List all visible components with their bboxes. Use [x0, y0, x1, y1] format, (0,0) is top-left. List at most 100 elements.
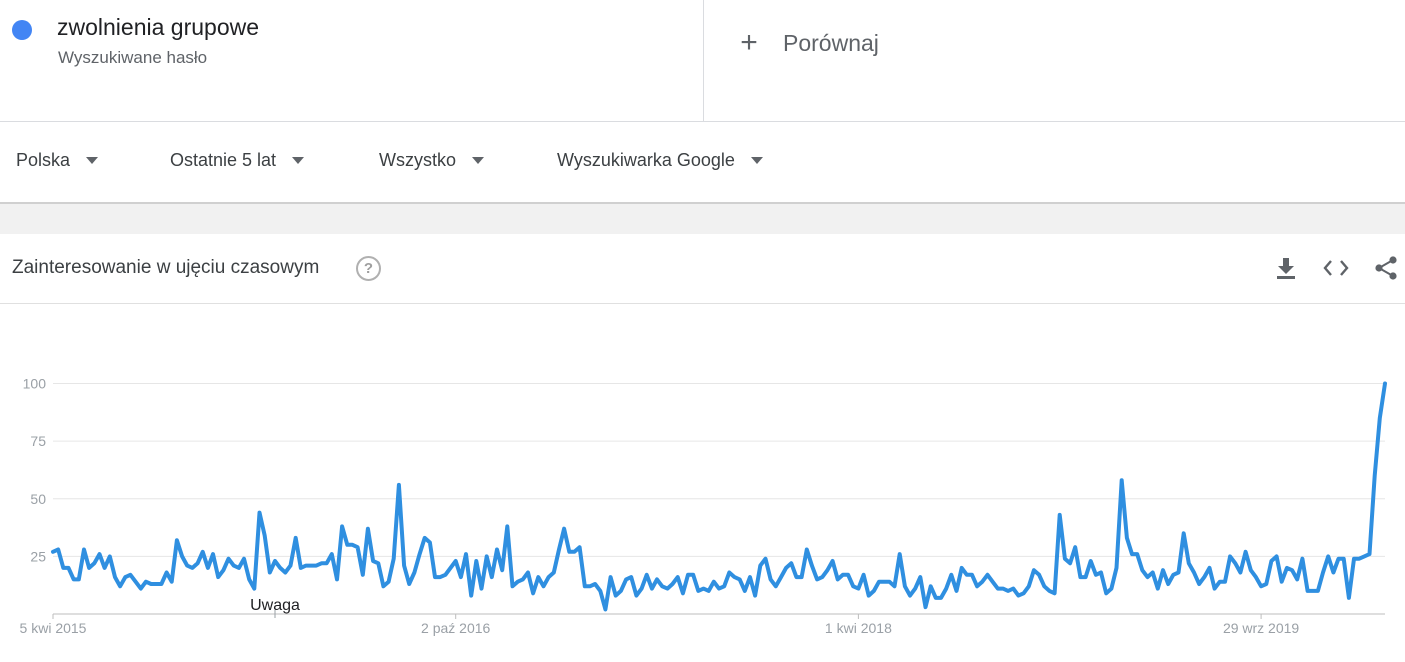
data-point[interactable]: [1254, 575, 1258, 579]
data-point[interactable]: [1228, 554, 1232, 558]
data-point[interactable]: [1269, 559, 1273, 563]
data-point[interactable]: [753, 594, 757, 598]
data-point[interactable]: [201, 550, 205, 554]
data-point[interactable]: [846, 573, 850, 577]
data-point[interactable]: [263, 534, 267, 538]
data-point[interactable]: [335, 577, 339, 581]
data-point[interactable]: [340, 524, 344, 528]
data-point[interactable]: [629, 575, 633, 579]
data-point[interactable]: [567, 550, 571, 554]
data-point[interactable]: [1146, 575, 1150, 579]
data-point[interactable]: [1084, 575, 1088, 579]
data-point[interactable]: [139, 587, 143, 591]
data-point[interactable]: [196, 561, 200, 565]
data-point[interactable]: [511, 584, 515, 588]
data-point[interactable]: [764, 557, 768, 561]
data-point[interactable]: [965, 573, 969, 577]
data-point[interactable]: [836, 577, 840, 581]
data-point[interactable]: [320, 561, 324, 565]
search-term-name[interactable]: zwolnienia grupowe: [57, 14, 259, 41]
data-point[interactable]: [77, 577, 81, 581]
data-point[interactable]: [686, 573, 690, 577]
data-point[interactable]: [733, 575, 737, 579]
data-point[interactable]: [924, 605, 928, 609]
data-point[interactable]: [882, 580, 886, 584]
data-point[interactable]: [738, 577, 742, 581]
data-point[interactable]: [418, 552, 422, 556]
data-point[interactable]: [438, 575, 442, 579]
data-point[interactable]: [1192, 571, 1196, 575]
data-point[interactable]: [614, 594, 618, 598]
data-point[interactable]: [87, 566, 91, 570]
data-point[interactable]: [1285, 566, 1289, 570]
data-point[interactable]: [190, 566, 194, 570]
data-point[interactable]: [712, 580, 716, 584]
data-point[interactable]: [908, 594, 912, 598]
data-point[interactable]: [872, 589, 876, 593]
data-point[interactable]: [103, 566, 107, 570]
data-point[interactable]: [634, 594, 638, 598]
data-point[interactable]: [1249, 568, 1253, 572]
data-point[interactable]: [1197, 582, 1201, 586]
compare-button[interactable]: + Porównaj: [738, 28, 879, 58]
help-circle-icon[interactable]: ?: [356, 256, 381, 281]
data-point[interactable]: [1182, 531, 1186, 535]
data-point[interactable]: [975, 584, 979, 588]
data-point[interactable]: [505, 524, 509, 528]
data-point[interactable]: [474, 559, 478, 563]
share-icon[interactable]: [1372, 254, 1400, 282]
data-point[interactable]: [428, 541, 432, 545]
data-point[interactable]: [1094, 573, 1098, 577]
data-point[interactable]: [1295, 577, 1299, 581]
data-point[interactable]: [727, 571, 731, 575]
data-point[interactable]: [495, 548, 499, 552]
data-point[interactable]: [542, 584, 546, 588]
data-point[interactable]: [1347, 596, 1351, 600]
data-point[interactable]: [1244, 550, 1248, 554]
data-point[interactable]: [1177, 571, 1181, 575]
data-point[interactable]: [893, 584, 897, 588]
data-point[interactable]: [459, 575, 463, 579]
data-point[interactable]: [547, 575, 551, 579]
data-point[interactable]: [1120, 478, 1124, 482]
data-point[interactable]: [1290, 568, 1294, 572]
data-point[interactable]: [185, 564, 189, 568]
data-point[interactable]: [1115, 566, 1119, 570]
data-point[interactable]: [402, 564, 406, 568]
data-point[interactable]: [717, 587, 721, 591]
category-dropdown[interactable]: Wszystko: [379, 150, 485, 171]
data-point[interactable]: [51, 550, 55, 554]
data-point[interactable]: [955, 589, 959, 593]
data-point[interactable]: [1063, 557, 1067, 561]
data-point[interactable]: [1373, 474, 1377, 478]
data-point[interactable]: [1187, 561, 1191, 565]
data-point[interactable]: [299, 566, 303, 570]
data-point[interactable]: [619, 589, 623, 593]
data-point[interactable]: [1022, 591, 1026, 595]
data-point[interactable]: [939, 596, 943, 600]
data-point[interactable]: [918, 575, 922, 579]
data-point[interactable]: [1342, 557, 1346, 561]
data-point[interactable]: [1357, 557, 1361, 561]
data-point[interactable]: [237, 566, 241, 570]
data-point[interactable]: [970, 573, 974, 577]
data-point[interactable]: [118, 584, 122, 588]
data-point[interactable]: [1275, 554, 1279, 558]
data-point[interactable]: [108, 554, 112, 558]
data-point[interactable]: [180, 554, 184, 558]
data-point[interactable]: [1300, 557, 1304, 561]
data-point[interactable]: [345, 543, 349, 547]
data-point[interactable]: [1037, 573, 1041, 577]
data-point[interactable]: [1156, 587, 1160, 591]
data-point[interactable]: [175, 538, 179, 542]
data-point[interactable]: [660, 584, 664, 588]
data-point[interactable]: [361, 573, 365, 577]
data-point[interactable]: [144, 580, 148, 584]
data-point[interactable]: [464, 552, 468, 556]
data-point[interactable]: [1306, 589, 1310, 593]
annotation-label[interactable]: Uwaga: [250, 597, 300, 614]
data-point[interactable]: [242, 557, 246, 561]
data-point[interactable]: [903, 584, 907, 588]
data-point[interactable]: [134, 580, 138, 584]
data-point[interactable]: [1213, 587, 1217, 591]
